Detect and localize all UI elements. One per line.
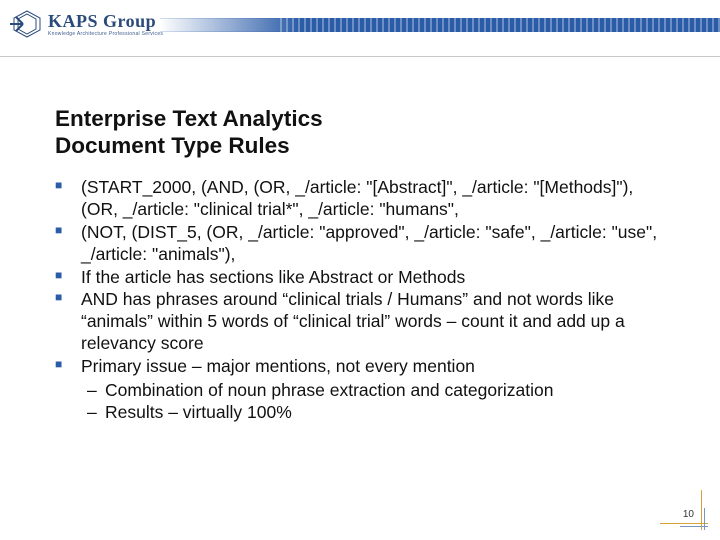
content: Enterprise Text Analytics Document Type … [55, 105, 670, 425]
slide: KAPS Group Knowledge Architecture Profes… [0, 0, 720, 540]
logo-text: KAPS Group Knowledge Architecture Profes… [48, 12, 163, 37]
logo-sub: Knowledge Architecture Professional Serv… [48, 32, 163, 37]
bullet-list: (START_2000, (AND, (OR, _/article: "[Abs… [55, 177, 670, 424]
header-divider [0, 56, 720, 57]
sub-item: Combination of noun phrase extraction an… [81, 380, 670, 402]
logo: KAPS Group Knowledge Architecture Profes… [10, 8, 163, 40]
bullet-text: If the article has sections like Abstrac… [81, 267, 465, 287]
bullet-item: (NOT, (DIST_5, (OR, _/article: "approved… [55, 222, 670, 266]
title-line-2: Document Type Rules [55, 133, 290, 158]
page-number: 10 [683, 509, 694, 520]
sub-text: Combination of noun phrase extraction an… [105, 380, 553, 400]
bullet-item: If the article has sections like Abstrac… [55, 267, 670, 289]
slide-title: Enterprise Text Analytics Document Type … [55, 105, 670, 159]
title-line-1: Enterprise Text Analytics [55, 106, 323, 131]
bullet-text: AND has phrases around “clinical trials … [81, 289, 625, 353]
sub-item: Results – virtually 100% [81, 402, 670, 424]
bullet-text: (NOT, (DIST_5, (OR, _/article: "approved… [81, 222, 657, 264]
kaps-logo-icon [10, 8, 44, 40]
header-band-stripes [280, 18, 720, 32]
sub-text: Results – virtually 100% [105, 402, 292, 422]
bullet-text: Primary issue – major mentions, not ever… [81, 356, 475, 376]
header: KAPS Group Knowledge Architecture Profes… [0, 0, 720, 70]
sub-list: Combination of noun phrase extraction an… [81, 380, 670, 424]
logo-main: KAPS Group [48, 12, 163, 30]
bullet-item: Primary issue – major mentions, not ever… [55, 356, 670, 424]
bullet-item: (START_2000, (AND, (OR, _/article: "[Abs… [55, 177, 670, 221]
bullet-item: AND has phrases around “clinical trials … [55, 289, 670, 355]
bullet-text: (START_2000, (AND, (OR, _/article: "[Abs… [81, 177, 633, 219]
